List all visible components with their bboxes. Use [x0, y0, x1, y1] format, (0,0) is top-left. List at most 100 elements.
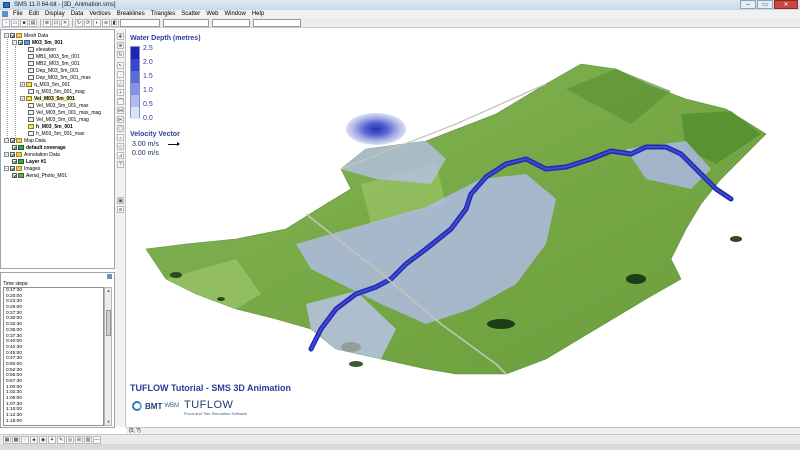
dataset-selector[interactable]	[120, 18, 160, 27]
tree-item-images[interactable]: − Images	[4, 165, 40, 172]
merge-tool-icon[interactable]: ⋈	[117, 107, 124, 114]
document-icon[interactable]	[2, 11, 8, 17]
tree-item-dataset[interactable]: Vel_M03_5m_001_max	[28, 102, 89, 109]
open-folder-icon[interactable]: ▭	[11, 18, 19, 27]
checkbox[interactable]	[10, 166, 15, 171]
particle-module-icon[interactable]: ✦	[48, 435, 56, 444]
tree-item-dataset[interactable]: Dep_M03_5m_001_max	[28, 74, 91, 81]
create-arc-tool-icon[interactable]: ⌒	[117, 98, 124, 105]
quad-tool-icon[interactable]: ◇	[117, 143, 124, 150]
maximize-button[interactable]: ▭	[757, 0, 773, 9]
time-steps-list[interactable]: 0:17:30 0:20:00 0:22:30 0:25:00 0:27:30 0:30:…	[3, 287, 104, 426]
time-steps-scrollbar[interactable]: ▲ ▼	[104, 287, 112, 426]
raster-module-icon[interactable]: ▨	[84, 435, 92, 444]
tree-item-image[interactable]: Aerial_Photo_M01	[12, 172, 67, 179]
tree-item-dataset[interactable]: h_M03_5m_001	[28, 123, 73, 130]
menu-vertices[interactable]: Vertices	[86, 11, 113, 17]
timestep-selector[interactable]	[163, 18, 209, 27]
polygon-tool-icon[interactable]: ⬠	[117, 125, 124, 132]
tree-item-dataset[interactable]: h_M03_5m_001_max	[28, 130, 84, 137]
save-icon[interactable]: ■	[20, 18, 28, 27]
checkbox[interactable]	[10, 152, 15, 157]
menu-data[interactable]: Data	[68, 11, 87, 17]
zoom-tool-icon[interactable]: ⊕	[117, 42, 124, 49]
menu-window[interactable]: Window	[221, 11, 248, 17]
checkbox[interactable]	[18, 40, 23, 45]
display-options-icon[interactable]: ◧	[111, 18, 119, 27]
minimize-button[interactable]: –	[740, 0, 756, 9]
checkbox[interactable]	[12, 159, 17, 164]
cartesian-module-icon[interactable]: ⊞	[75, 435, 83, 444]
web-module-icon[interactable]: ◎	[66, 435, 74, 444]
menu-triangles[interactable]: Triangles	[148, 11, 178, 17]
tree-item-mesh[interactable]: − M03_5m_001	[12, 39, 63, 46]
tree-item-dataset-selected[interactable]: + Vel_M03_5m_001	[20, 95, 75, 102]
refresh-icon[interactable]: ⟳	[84, 18, 92, 27]
expand-icon[interactable]: +	[20, 82, 25, 87]
collapse-icon[interactable]: −	[4, 152, 9, 157]
zoom-icon[interactable]: ⊕	[43, 18, 51, 27]
gis-module-icon[interactable]: ◉	[39, 435, 47, 444]
tree-item-layer[interactable]: Layer #1	[12, 158, 46, 165]
checkbox[interactable]	[12, 145, 17, 150]
close-button[interactable]: ✕	[774, 0, 798, 9]
menu-help[interactable]: Help	[249, 11, 267, 17]
tree-item-dataset[interactable]: Vel_M03_5m_001_max_mag	[28, 109, 101, 116]
tree-item-dataset[interactable]: Vel_M03_5m_001_mag	[28, 116, 89, 123]
create-node-tool-icon[interactable]: +	[117, 89, 124, 96]
time-step-item-selected[interactable]: 1:17:30	[4, 424, 103, 425]
graphics-viewport[interactable]: Water Depth (metres) 2.5 2.0 1.5 1.0 0.5…	[126, 29, 800, 427]
checkbox[interactable]	[10, 33, 15, 38]
expand-icon[interactable]: +	[20, 96, 25, 101]
menu-web[interactable]: Web	[203, 11, 221, 17]
checkbox[interactable]	[12, 173, 17, 178]
model-selector[interactable]	[212, 18, 250, 27]
select-tool-icon[interactable]: ↖	[117, 62, 124, 69]
tree-item-dataset[interactable]: q_M03_5m_001_mag	[28, 88, 85, 95]
scroll-down-icon[interactable]: ▼	[105, 419, 112, 425]
rotate-tool-icon[interactable]: ↻	[117, 51, 124, 58]
grid-module-icon[interactable]: ▩	[12, 435, 20, 444]
delete-icon[interactable]: ✕	[61, 18, 69, 27]
collapse-icon[interactable]: −	[4, 33, 9, 38]
tree-item-coverage[interactable]: default coverage	[12, 144, 66, 151]
collapse-icon[interactable]: −	[4, 138, 9, 143]
triangle-tool-icon[interactable]: ▵	[117, 134, 124, 141]
tree-item-dataset[interactable]: + q_M03_5m_001	[20, 81, 70, 88]
select-node-tool-icon[interactable]: ·	[117, 71, 124, 78]
contour-icon[interactable]: ≋	[102, 18, 110, 27]
coverage-selector[interactable]	[253, 18, 301, 27]
new-file-icon[interactable]: ▫	[2, 18, 10, 27]
shade-icon[interactable]: ◐	[93, 18, 101, 27]
display-tool-icon[interactable]: ▣	[117, 197, 124, 204]
menu-edit[interactable]: Edit	[26, 11, 42, 17]
pin-icon[interactable]	[107, 274, 112, 279]
tree-item-annotation-data[interactable]: − Annotation Data	[4, 151, 60, 158]
scrollbar-thumb[interactable]	[106, 310, 111, 336]
measure-tool-icon[interactable]: ⊿	[117, 152, 124, 159]
menu-display[interactable]: Display	[42, 11, 68, 17]
checkbox[interactable]	[10, 138, 15, 143]
annotation-module-icon[interactable]: ✎	[57, 435, 65, 444]
frame-icon[interactable]: ⊡	[52, 18, 60, 27]
pan-tool-icon[interactable]: ✥	[117, 33, 124, 40]
split-tool-icon[interactable]: ⋉	[117, 116, 124, 123]
tree-item-dataset[interactable]: MB1_M03_5m_001	[28, 53, 80, 60]
tree-item-dataset[interactable]: MB2_M03_5m_001	[28, 60, 80, 67]
select-element-tool-icon[interactable]: △	[117, 80, 124, 87]
rotate-icon[interactable]: ↻	[75, 18, 83, 27]
mesh-module-icon[interactable]: ▦	[3, 435, 11, 444]
collapse-icon[interactable]: −	[4, 166, 9, 171]
map-module-icon[interactable]: ◈	[30, 435, 38, 444]
tree-item-dataset[interactable]: Dep_M03_5m_001	[28, 67, 79, 74]
scroll-up-icon[interactable]: ▲	[105, 288, 112, 294]
menu-scatter[interactable]: Scatter	[178, 11, 203, 17]
tree-item-map-data[interactable]: − Map Data	[4, 137, 46, 144]
one-d-module-icon[interactable]: —	[93, 435, 101, 444]
menu-file[interactable]: File	[10, 11, 26, 17]
print-icon[interactable]: ▤	[29, 18, 37, 27]
tree-item-dataset[interactable]: elevation	[28, 46, 56, 53]
menu-breaklines[interactable]: Breaklines	[114, 11, 148, 17]
scatter-module-icon[interactable]: ⁘	[21, 435, 29, 444]
tree-item-mesh-data[interactable]: − Mesh Data	[4, 32, 48, 39]
